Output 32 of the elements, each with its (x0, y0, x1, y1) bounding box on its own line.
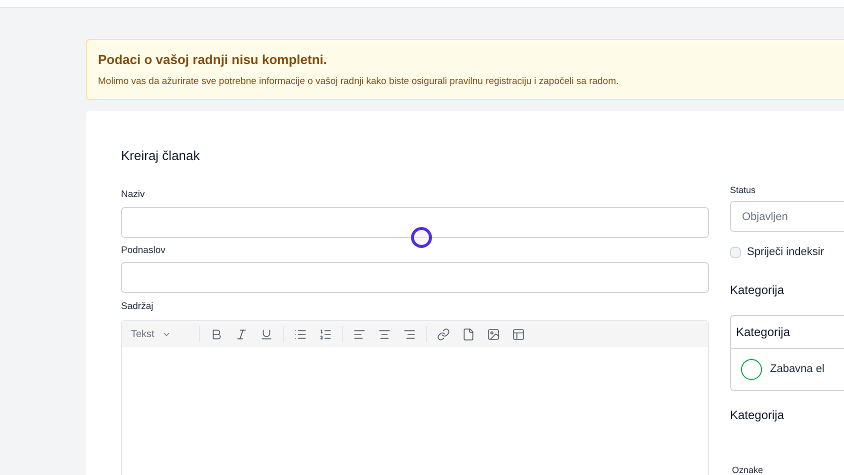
image-icon[interactable] (487, 328, 500, 340)
underline-icon[interactable] (260, 328, 273, 340)
section-heading: Kategorija (730, 282, 786, 299)
field-label: Status (730, 184, 756, 197)
field-label: Oznake (732, 464, 764, 475)
panel-title: Kategorija (730, 316, 844, 349)
italic-icon[interactable] (235, 328, 248, 340)
checkbox[interactable] (730, 247, 741, 258)
field-label: Podnaslov (121, 244, 166, 258)
input-field[interactable] (121, 206, 709, 238)
field-label: Sadržaj (121, 300, 154, 314)
align-right-icon[interactable] (403, 328, 416, 340)
alert-message: Molimo vas da ažurirate sve potrebne informacije o vašoj radnji kako biste osigurali pravilnu registraciju i započeli sa radom. (98, 74, 620, 88)
align-left-icon[interactable] (353, 328, 366, 340)
checkbox-label: Spriječi indeksir (746, 245, 824, 260)
field-label: Naziv (121, 188, 146, 202)
input-field[interactable] (121, 262, 709, 293)
layout-icon[interactable] (512, 328, 525, 340)
align-center-icon[interactable] (378, 328, 391, 340)
option-label: Zabavna el (770, 362, 824, 377)
alert-title: Podaci o vašoj radnji nisu kompletni. (98, 51, 328, 69)
format-select[interactable]: Tekst (131, 326, 191, 342)
rich-text-editor[interactable]: Tekst (121, 320, 709, 475)
status-select[interactable]: Objavljen (730, 201, 844, 232)
link-icon[interactable] (437, 328, 450, 340)
radio-button[interactable] (740, 358, 762, 380)
section-heading: Kategorija (730, 406, 786, 424)
file-icon[interactable] (462, 328, 475, 340)
bold-icon[interactable] (210, 328, 223, 340)
numbered-list-icon[interactable] (319, 328, 332, 340)
cursor-indicator (411, 227, 432, 248)
form-title: Kreiraj članak (121, 146, 201, 165)
